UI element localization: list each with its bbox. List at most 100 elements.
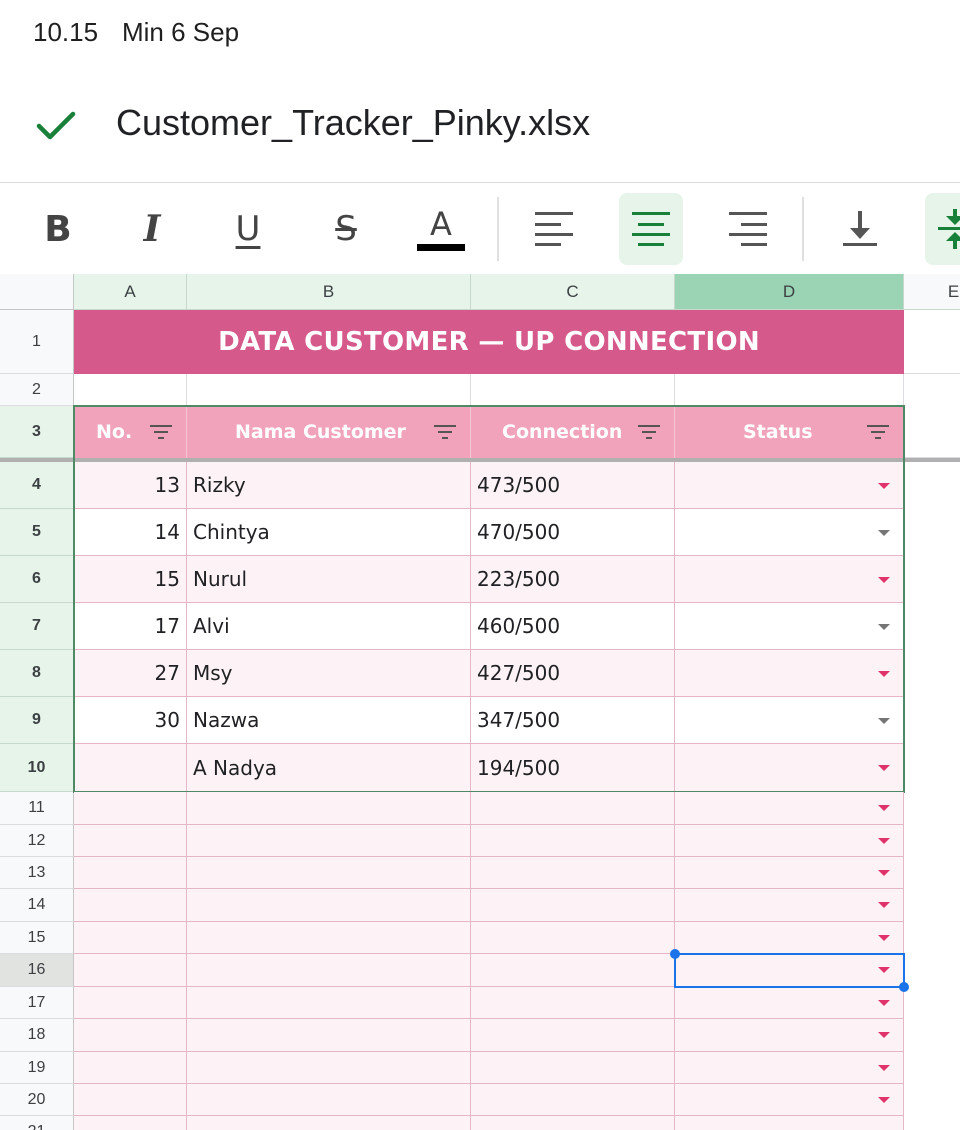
cell[interactable] bbox=[471, 1019, 675, 1052]
cell-no[interactable]: 17 bbox=[74, 603, 187, 650]
cell-connection[interactable]: 473/500 bbox=[471, 462, 675, 509]
italic-button[interactable]: I bbox=[124, 193, 180, 265]
cell-status-dropdown[interactable] bbox=[675, 1116, 904, 1130]
cell[interactable] bbox=[74, 374, 187, 406]
cell[interactable] bbox=[187, 374, 471, 406]
cell[interactable] bbox=[187, 1116, 471, 1130]
row-header[interactable]: 14 bbox=[0, 889, 74, 922]
dropdown-arrow-icon[interactable] bbox=[878, 671, 890, 677]
cell-status-dropdown[interactable] bbox=[675, 922, 904, 954]
cell-status-dropdown[interactable] bbox=[675, 857, 904, 889]
cell[interactable] bbox=[74, 954, 187, 987]
align-left-button[interactable] bbox=[522, 193, 586, 265]
header-no[interactable]: No. bbox=[74, 406, 187, 458]
cell[interactable] bbox=[471, 987, 675, 1019]
row-header[interactable]: 4 bbox=[0, 462, 74, 509]
cell-name[interactable]: Rizky bbox=[187, 462, 471, 509]
row-header[interactable]: 20 bbox=[0, 1084, 74, 1116]
row-header[interactable]: 7 bbox=[0, 603, 74, 650]
header-connection[interactable]: Connection bbox=[471, 406, 675, 458]
cell-name[interactable]: Nazwa bbox=[187, 697, 471, 744]
cell-status-dropdown[interactable] bbox=[675, 462, 904, 509]
dropdown-arrow-icon[interactable] bbox=[878, 805, 890, 811]
cell[interactable] bbox=[74, 889, 187, 922]
cell-status-dropdown[interactable] bbox=[675, 1052, 904, 1084]
cell[interactable] bbox=[471, 825, 675, 857]
strikethrough-button[interactable]: S bbox=[318, 193, 374, 265]
cell-connection[interactable]: 194/500 bbox=[471, 744, 675, 792]
cell[interactable] bbox=[187, 922, 471, 954]
vertical-align-middle-button[interactable] bbox=[925, 193, 960, 265]
cell-no[interactable]: 13 bbox=[74, 462, 187, 509]
cell-status-dropdown[interactable] bbox=[675, 650, 904, 697]
dropdown-arrow-icon[interactable] bbox=[878, 483, 890, 489]
cell-status-dropdown[interactable] bbox=[675, 825, 904, 857]
cell-name[interactable]: A Nadya bbox=[187, 744, 471, 792]
cell[interactable] bbox=[187, 1019, 471, 1052]
row-header[interactable]: 19 bbox=[0, 1052, 74, 1084]
cell[interactable] bbox=[74, 1084, 187, 1116]
dropdown-arrow-icon[interactable] bbox=[878, 765, 890, 771]
dropdown-arrow-icon[interactable] bbox=[878, 530, 890, 536]
cell[interactable] bbox=[187, 792, 471, 825]
dropdown-arrow-icon[interactable] bbox=[878, 1032, 890, 1038]
row-header[interactable]: 9 bbox=[0, 697, 74, 744]
cell-status-dropdown[interactable] bbox=[675, 603, 904, 650]
cell[interactable] bbox=[471, 1084, 675, 1116]
dropdown-arrow-icon[interactable] bbox=[878, 577, 890, 583]
header-status[interactable]: Status bbox=[675, 406, 904, 458]
cell-connection[interactable]: 470/500 bbox=[471, 509, 675, 556]
cell[interactable] bbox=[187, 987, 471, 1019]
cell-status-dropdown[interactable] bbox=[675, 509, 904, 556]
cell[interactable] bbox=[471, 374, 675, 406]
select-all-corner[interactable] bbox=[0, 274, 74, 310]
row-header[interactable]: 18 bbox=[0, 1019, 74, 1052]
cell[interactable] bbox=[187, 889, 471, 922]
column-header-b[interactable]: B bbox=[187, 274, 471, 310]
dropdown-arrow-icon[interactable] bbox=[878, 718, 890, 724]
cell[interactable] bbox=[187, 1084, 471, 1116]
align-center-button[interactable] bbox=[619, 193, 683, 265]
header-nama-customer[interactable]: Nama Customer bbox=[187, 406, 471, 458]
cell-name[interactable]: Msy bbox=[187, 650, 471, 697]
align-right-button[interactable] bbox=[716, 193, 780, 265]
cell[interactable] bbox=[74, 1052, 187, 1084]
cell-no[interactable]: 30 bbox=[74, 697, 187, 744]
cell-status-dropdown[interactable] bbox=[675, 987, 904, 1019]
cell-name[interactable]: Alvi bbox=[187, 603, 471, 650]
dropdown-arrow-icon[interactable] bbox=[878, 935, 890, 941]
cell-connection[interactable]: 223/500 bbox=[471, 556, 675, 603]
cell[interactable] bbox=[471, 1116, 675, 1130]
dropdown-arrow-icon[interactable] bbox=[878, 624, 890, 630]
cell[interactable] bbox=[675, 374, 904, 406]
cell[interactable] bbox=[74, 1116, 187, 1130]
column-header-e[interactable]: E bbox=[904, 274, 960, 310]
row-header[interactable]: 12 bbox=[0, 825, 74, 857]
cell-status-dropdown[interactable] bbox=[675, 792, 904, 825]
banner-title[interactable]: DATA CUSTOMER — UP CONNECTION bbox=[74, 310, 904, 374]
dropdown-arrow-icon[interactable] bbox=[878, 1065, 890, 1071]
row-header[interactable]: 6 bbox=[0, 556, 74, 603]
cell-status-dropdown[interactable] bbox=[675, 1084, 904, 1116]
cell-name[interactable]: Nurul bbox=[187, 556, 471, 603]
filter-icon[interactable] bbox=[867, 424, 889, 440]
cell[interactable] bbox=[187, 825, 471, 857]
row-header[interactable]: 15 bbox=[0, 922, 74, 954]
cell-connection[interactable]: 460/500 bbox=[471, 603, 675, 650]
filter-icon[interactable] bbox=[150, 424, 172, 440]
dropdown-arrow-icon[interactable] bbox=[878, 902, 890, 908]
cell-connection[interactable]: 427/500 bbox=[471, 650, 675, 697]
row-header[interactable]: 17 bbox=[0, 987, 74, 1019]
row-header[interactable]: 13 bbox=[0, 857, 74, 889]
column-header-c[interactable]: C bbox=[471, 274, 675, 310]
dropdown-arrow-icon[interactable] bbox=[878, 1000, 890, 1006]
row-header[interactable]: 8 bbox=[0, 650, 74, 697]
row-header[interactable]: 2 bbox=[0, 374, 74, 406]
cell-connection[interactable]: 347/500 bbox=[471, 697, 675, 744]
cell[interactable] bbox=[187, 954, 471, 987]
cell[interactable] bbox=[471, 857, 675, 889]
cell[interactable] bbox=[187, 1052, 471, 1084]
cell-e1[interactable] bbox=[904, 310, 960, 374]
filter-icon[interactable] bbox=[638, 424, 660, 440]
cell-no[interactable]: 14 bbox=[74, 509, 187, 556]
